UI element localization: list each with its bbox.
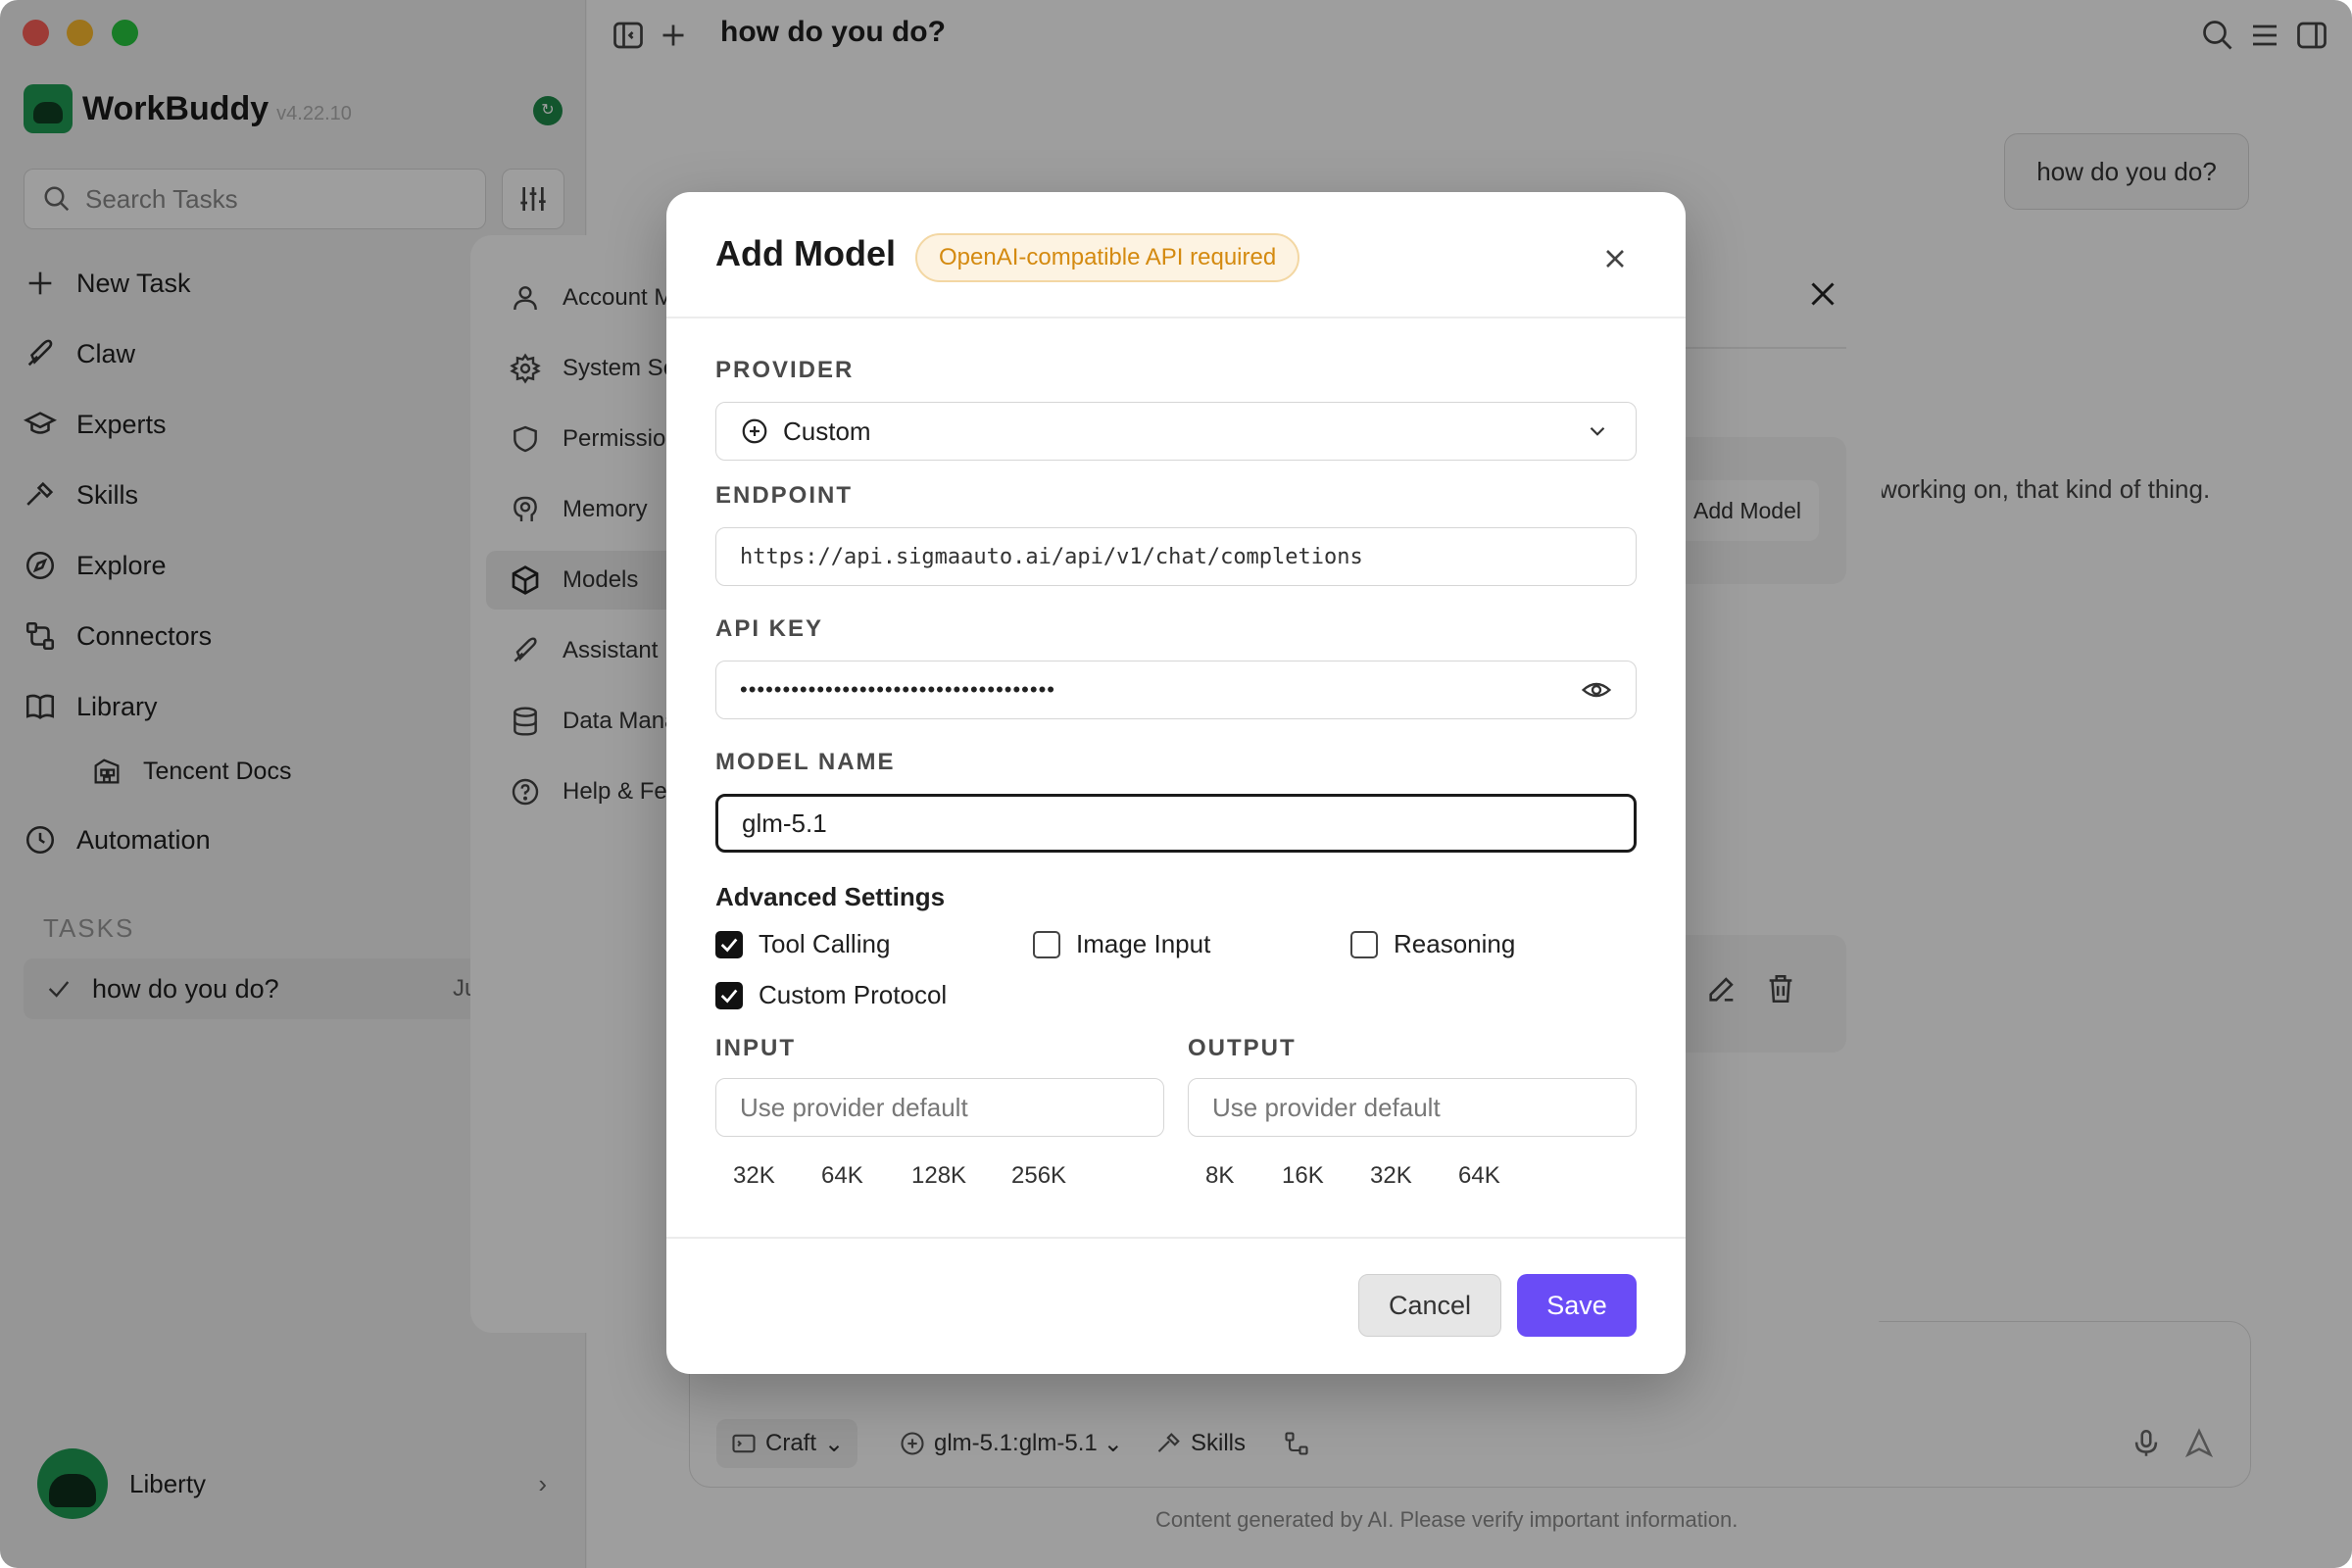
checkbox-checked: [715, 981, 743, 1009]
output-placeholder: Use provider default: [1212, 1092, 1441, 1122]
output-tokens-field[interactable]: Use provider default: [1188, 1078, 1637, 1137]
output-preset-chip[interactable]: 64K: [1458, 1162, 1500, 1190]
model-name-value: glm-5.1: [742, 808, 827, 838]
input-tokens-field[interactable]: Use provider default: [715, 1078, 1164, 1137]
chevron-down-icon: [1590, 426, 1605, 436]
custom-protocol-checkbox[interactable]: Custom Protocol: [715, 980, 947, 1010]
output-preset-chip[interactable]: 16K: [1282, 1162, 1324, 1190]
endpoint-value: https://api.sigmaauto.ai/api/v1/chat/com…: [740, 544, 1363, 569]
save-button[interactable]: Save: [1517, 1274, 1637, 1337]
api-key-label: API KEY: [715, 615, 824, 642]
output-preset-chip[interactable]: 8K: [1205, 1162, 1234, 1190]
input-preset-chip[interactable]: 128K: [911, 1162, 966, 1190]
advanced-settings-title: Advanced Settings: [715, 882, 946, 911]
close-icon[interactable]: [1599, 243, 1631, 274]
input-label: INPUT: [715, 1035, 796, 1061]
divider: [666, 317, 1686, 318]
provider-value: Custom: [783, 416, 871, 446]
check-icon: [720, 938, 738, 953]
input-preset-chip[interactable]: 64K: [821, 1162, 863, 1190]
checkbox-label: Custom Protocol: [759, 980, 948, 1009]
app-window: WorkBuddy v4.22.10 ↻ Search Tasks New Ta…: [0, 0, 2352, 1568]
cancel-button[interactable]: Cancel: [1358, 1274, 1501, 1337]
checkbox-unchecked: [1033, 930, 1060, 958]
reasoning-checkbox[interactable]: Reasoning: [1350, 929, 1515, 959]
input-preset-chip[interactable]: 256K: [1011, 1162, 1066, 1190]
endpoint-input[interactable]: https://api.sigmaauto.ai/api/v1/chat/com…: [715, 527, 1637, 586]
tool-calling-checkbox[interactable]: Tool Calling: [715, 929, 890, 959]
output-label: OUTPUT: [1188, 1035, 1297, 1061]
model-name-label: MODEL NAME: [715, 749, 896, 775]
output-preset-chip[interactable]: 32K: [1370, 1162, 1412, 1190]
api-requirement-badge: OpenAI-compatible API required: [915, 233, 1300, 282]
provider-label: PROVIDER: [715, 357, 855, 383]
check-icon: [720, 989, 738, 1004]
divider: [666, 1237, 1686, 1239]
checkbox-unchecked: [1350, 930, 1378, 958]
api-key-value: •••••••••••••••••••••••••••••••••••••: [740, 677, 1055, 702]
checkbox-checked: [715, 930, 743, 958]
input-preset-chip[interactable]: 32K: [733, 1162, 775, 1190]
checkbox-label: Reasoning: [1394, 929, 1516, 958]
checkbox-label: Tool Calling: [759, 929, 891, 958]
image-input-checkbox[interactable]: Image Input: [1033, 929, 1210, 959]
plus-circle-icon: [742, 418, 767, 444]
dialog-title: Add Model: [715, 233, 896, 273]
provider-select[interactable]: Custom: [715, 402, 1637, 461]
api-key-input[interactable]: •••••••••••••••••••••••••••••••••••••: [715, 661, 1637, 719]
endpoint-label: ENDPOINT: [715, 482, 854, 509]
model-name-input[interactable]: glm-5.1: [715, 794, 1637, 853]
checkbox-label: Image Input: [1076, 929, 1211, 958]
input-placeholder: Use provider default: [740, 1092, 968, 1122]
eye-icon[interactable]: [1581, 674, 1612, 706]
add-model-dialog: Add Model OpenAI-compatible API required…: [666, 192, 1686, 1374]
